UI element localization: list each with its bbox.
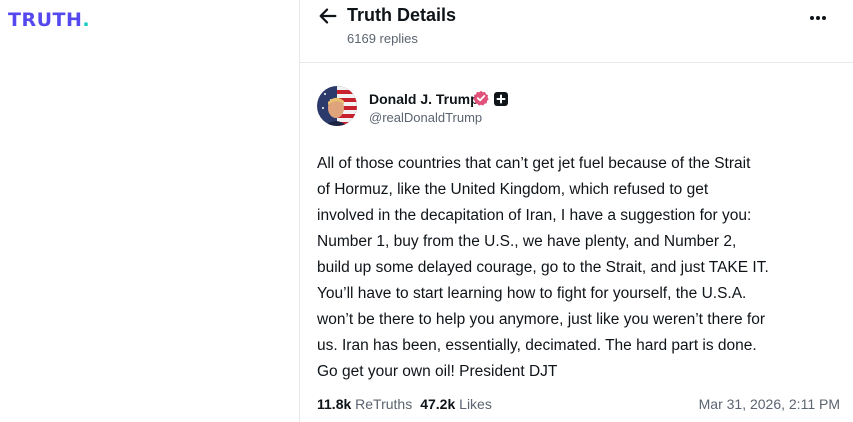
likes-label: Likes bbox=[459, 396, 492, 412]
post-body-line: Number 1, buy from the U.S., we have ple… bbox=[317, 233, 737, 250]
post-body-line: involved in the decapitation of Iran, I … bbox=[317, 207, 752, 224]
post-body: All of those countries that can’t get je… bbox=[317, 151, 845, 385]
more-horizontal-icon bbox=[810, 16, 826, 20]
likes-stat[interactable]: 47.2k Likes bbox=[420, 396, 492, 412]
post-stats: 11.8k ReTruths 47.2k Likes bbox=[317, 396, 492, 412]
truth-post: Donald J. Trump @realDonaldTrump All of … bbox=[300, 63, 853, 422]
author-handle[interactable]: @realDonaldTrump bbox=[369, 110, 482, 125]
post-body-line: You’ll have to start learning how to fig… bbox=[317, 285, 747, 302]
back-button[interactable] bbox=[317, 5, 339, 27]
page-header: Truth Details 6169 replies bbox=[300, 0, 853, 60]
logo-text: TRUTH bbox=[8, 9, 83, 31]
author-name[interactable]: Donald J. Trump bbox=[369, 91, 479, 107]
post-body-line: us. Iran has been, essentially, decimate… bbox=[317, 337, 757, 354]
avatar-image bbox=[317, 86, 357, 126]
post-timestamp: Mar 31, 2026, 2:11 PM bbox=[698, 396, 840, 412]
post-body-line: won’t be there to help you anymore, just… bbox=[317, 311, 766, 328]
truth-social-logo[interactable]: TRUTH. bbox=[8, 9, 90, 31]
retruths-count: 11.8k bbox=[317, 396, 352, 412]
post-body-line: All of those countries that can’t get je… bbox=[317, 155, 751, 172]
retruths-stat[interactable]: 11.8k ReTruths bbox=[317, 396, 412, 412]
main-column: Truth Details 6169 replies Donald J. Tru… bbox=[299, 0, 853, 422]
post-body-line: of Hormuz, like the United Kingdom, whic… bbox=[317, 181, 709, 198]
post-body-line: Go get your own oil! President DJT bbox=[317, 363, 558, 380]
likes-count: 47.2k bbox=[420, 396, 456, 412]
logo-dot: . bbox=[82, 9, 91, 31]
retruths-label: ReTruths bbox=[355, 396, 413, 412]
reply-count: 6169 replies bbox=[347, 31, 418, 46]
post-body-line: build up some delayed courage, go to the… bbox=[317, 259, 769, 276]
page-title: Truth Details bbox=[347, 5, 457, 25]
arrow-left-icon bbox=[319, 8, 337, 24]
verified-badge-icon bbox=[473, 90, 489, 106]
more-options-button[interactable] bbox=[804, 6, 832, 30]
avatar[interactable] bbox=[317, 86, 357, 126]
plus-square-icon bbox=[493, 91, 508, 106]
